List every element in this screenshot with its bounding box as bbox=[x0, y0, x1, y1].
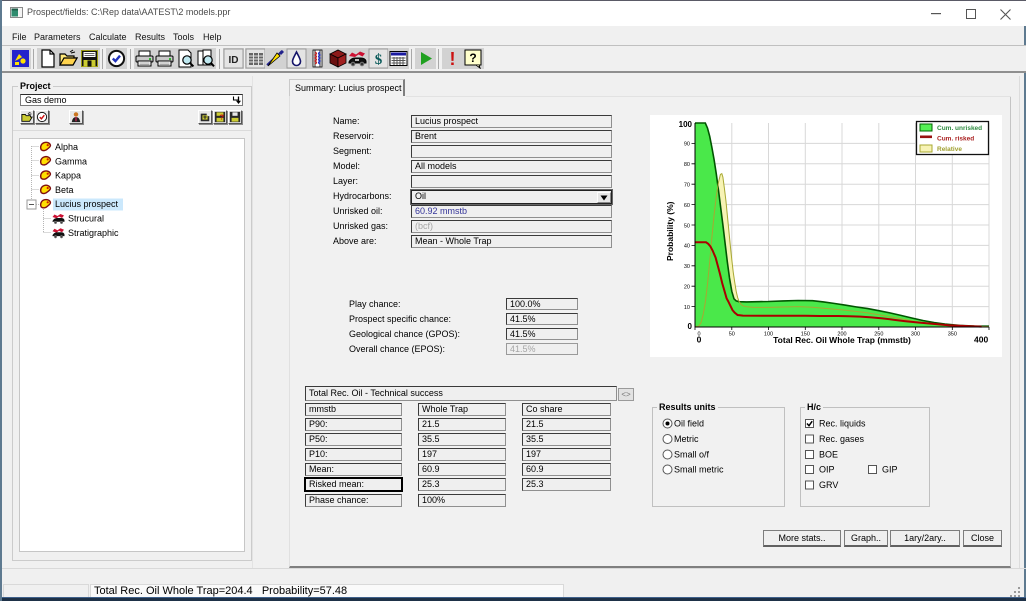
svg-text:300: 300 bbox=[911, 332, 920, 338]
svg-text:!: ! bbox=[450, 49, 456, 69]
svg-text:Strucural: Strucural bbox=[68, 214, 104, 224]
svg-text:Metric: Metric bbox=[674, 434, 699, 444]
svg-text:Total Rec. Oil Whole Trap (mms: Total Rec. Oil Whole Trap (mmstb) bbox=[773, 335, 911, 345]
svg-text:Kappa: Kappa bbox=[55, 171, 81, 181]
svg-text:0: 0 bbox=[688, 322, 693, 331]
svg-text:70: 70 bbox=[684, 183, 690, 189]
svg-text:Oil field: Oil field bbox=[674, 419, 704, 429]
svg-text:?: ? bbox=[219, 113, 224, 122]
svg-text:Alpha: Alpha bbox=[55, 142, 78, 152]
svg-text:Stratigraphic: Stratigraphic bbox=[68, 228, 119, 238]
svg-text:50: 50 bbox=[729, 332, 735, 338]
svg-text:10: 10 bbox=[684, 305, 690, 311]
svg-text:80: 80 bbox=[684, 162, 690, 168]
svg-text:GIP: GIP bbox=[882, 465, 898, 475]
svg-text:50: 50 bbox=[684, 223, 690, 229]
svg-text:Lucius prospect: Lucius prospect bbox=[55, 199, 119, 209]
svg-text:30: 30 bbox=[684, 264, 690, 270]
svg-text:20: 20 bbox=[684, 285, 690, 291]
svg-text:40: 40 bbox=[684, 244, 690, 250]
svg-text:0: 0 bbox=[697, 335, 702, 345]
svg-text:Rec. liquids: Rec. liquids bbox=[819, 419, 866, 429]
svg-text:100: 100 bbox=[679, 120, 693, 129]
svg-text:Cum. unrisked: Cum. unrisked bbox=[937, 125, 982, 132]
svg-text:400: 400 bbox=[974, 335, 988, 345]
svg-text:100: 100 bbox=[764, 332, 773, 338]
svg-text:ID: ID bbox=[229, 55, 239, 66]
svg-text:350: 350 bbox=[948, 332, 957, 338]
svg-text:60: 60 bbox=[684, 203, 690, 209]
svg-text:Relative: Relative bbox=[937, 146, 962, 153]
svg-text:Rec. gases: Rec. gases bbox=[819, 434, 865, 444]
svg-text:Cum. risked: Cum. risked bbox=[937, 136, 974, 143]
svg-text:Beta: Beta bbox=[55, 185, 74, 195]
svg-text:Probability (%): Probability (%) bbox=[665, 201, 675, 261]
svg-text:OIP: OIP bbox=[819, 465, 835, 475]
svg-text:Gamma: Gamma bbox=[55, 156, 87, 166]
svg-text:BOE: BOE bbox=[819, 450, 838, 460]
svg-text:GRV: GRV bbox=[819, 480, 838, 490]
svg-text:Small metric: Small metric bbox=[674, 465, 724, 475]
svg-text:?: ? bbox=[469, 51, 476, 65]
svg-text:90: 90 bbox=[684, 142, 690, 148]
svg-text:$: $ bbox=[375, 52, 383, 68]
svg-text:Small o/f: Small o/f bbox=[674, 450, 710, 460]
